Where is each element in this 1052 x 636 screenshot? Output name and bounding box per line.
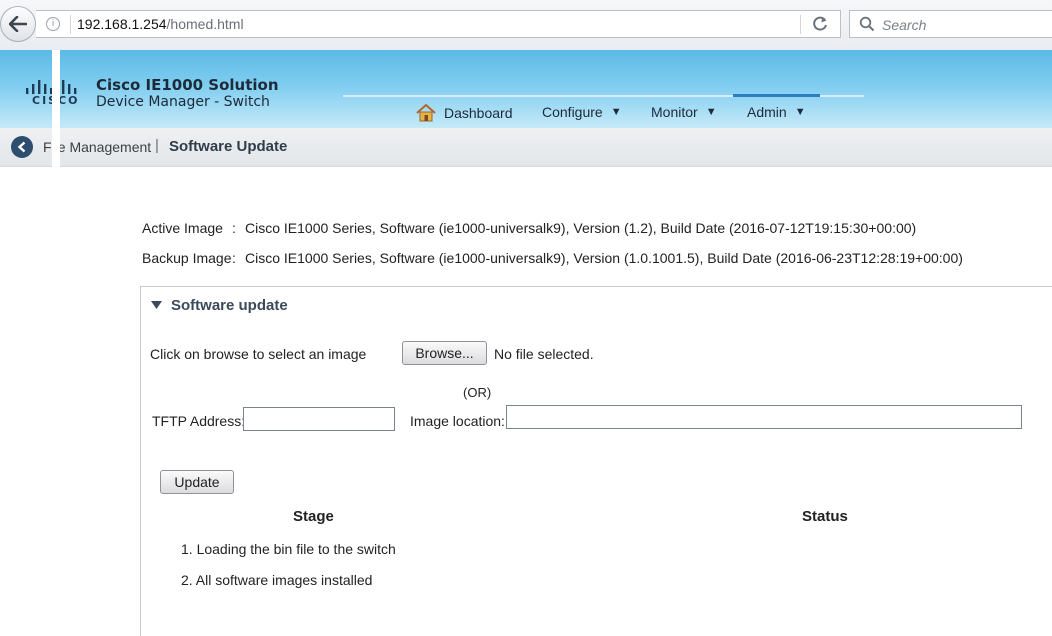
- backup-image-colon: :: [232, 250, 236, 266]
- app-subtitle: Device Manager - Switch: [96, 94, 270, 110]
- nav-monitor-label: Monitor: [651, 104, 698, 120]
- nav-dashboard-label: Dashboard: [444, 105, 513, 121]
- url-path: /homed.html: [166, 16, 244, 32]
- url-divider: [70, 15, 71, 34]
- info-icon[interactable]: i: [46, 17, 60, 31]
- nav-admin[interactable]: Admin ▼: [747, 104, 806, 120]
- browse-prompt: Click on browse to select an image: [150, 346, 367, 362]
- triangle-down-icon[interactable]: [151, 301, 162, 310]
- address-bar[interactable]: i 192.168.1.254/homed.html: [36, 10, 841, 38]
- chevron-down-icon: ▼: [705, 106, 717, 118]
- active-image-value: Cisco IE1000 Series, Software (ie1000-un…: [245, 220, 917, 236]
- backup-image-value: Cisco IE1000 Series, Software (ie1000-un…: [245, 250, 963, 266]
- home-icon: [416, 104, 436, 122]
- backup-image-row: Backup Image: Cisco IE1000 Series, Softwa…: [142, 250, 963, 266]
- file-status: No file selected.: [494, 346, 594, 362]
- browser-toolbar: i 192.168.1.254/homed.html Search: [0, 0, 1052, 51]
- search-placeholder: Search: [882, 17, 927, 33]
- backup-image-label: Backup Image: [142, 250, 232, 266]
- browse-button[interactable]: Browse...: [402, 341, 487, 365]
- nav-admin-label: Admin: [747, 104, 787, 120]
- overlay-stripe: [52, 50, 60, 636]
- software-update-panel: Software update Click on browse to selec…: [140, 286, 1052, 636]
- breadcrumb-back-button[interactable]: [11, 136, 33, 158]
- back-arrow-icon: [9, 16, 27, 32]
- breadcrumb-separator: |: [155, 137, 159, 154]
- image-location-label: Image location:: [410, 413, 505, 429]
- app-title: Cisco IE1000 Solution: [96, 76, 279, 94]
- nav-configure-label: Configure: [542, 104, 603, 120]
- reload-icon[interactable]: [810, 14, 830, 34]
- active-image-colon: :: [232, 220, 236, 236]
- nav-active-indicator: [733, 94, 820, 97]
- active-image-row: Active Image: Cisco IE1000 Series, Softwa…: [142, 220, 916, 236]
- nav-monitor[interactable]: Monitor ▼: [651, 104, 717, 120]
- back-circle-icon: [17, 141, 26, 153]
- browser-back-button[interactable]: [0, 6, 36, 42]
- url-host: 192.168.1.254: [77, 16, 167, 32]
- image-location-input[interactable]: [506, 405, 1022, 429]
- active-image-label: Active Image: [142, 220, 223, 236]
- search-icon: [859, 16, 875, 32]
- page-title: Software Update: [169, 138, 288, 155]
- chevron-down-icon: ▼: [794, 106, 806, 118]
- nav-dashboard[interactable]: Dashboard: [416, 104, 513, 122]
- stage-row: 1. Loading the bin file to the switch: [181, 541, 396, 557]
- chevron-down-icon: ▼: [610, 106, 622, 118]
- reload-divider: [800, 15, 801, 34]
- url-text[interactable]: 192.168.1.254/homed.html: [77, 16, 244, 32]
- stage-row: 2. All software images installed: [181, 572, 373, 588]
- app-header: CISCO Cisco IE1000 Solution Device Manag…: [0, 50, 1052, 128]
- update-button[interactable]: Update: [160, 470, 234, 494]
- tftp-address-label: TFTP Address:: [152, 413, 246, 429]
- tftp-address-input[interactable]: [243, 407, 395, 431]
- breadcrumb: File Management | Software Update: [0, 128, 1052, 167]
- browser-search-input[interactable]: Search: [849, 10, 1052, 38]
- stage-column-header: Stage: [293, 508, 334, 525]
- status-column-header: Status: [802, 508, 848, 525]
- or-separator: (OR): [463, 385, 492, 400]
- software-update-section-title[interactable]: Software update: [171, 297, 288, 314]
- nav-configure[interactable]: Configure ▼: [542, 104, 622, 120]
